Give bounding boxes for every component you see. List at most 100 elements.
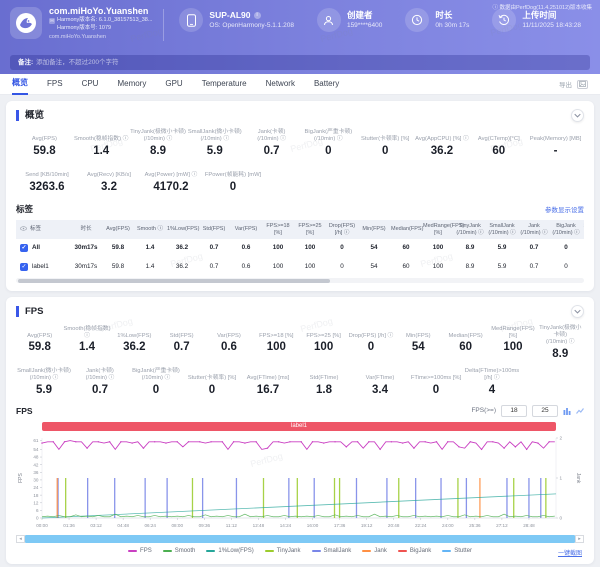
- legend-item-BigJank[interactable]: BigJank: [398, 548, 431, 554]
- tab-Memory[interactable]: Memory: [117, 74, 146, 94]
- remark-input[interactable]: 备注:添加备注，不超过200个字符: [10, 55, 590, 70]
- stat: FTime>=100ms [%]0: [408, 368, 464, 397]
- chart-scroll-thumb[interactable]: [25, 535, 575, 543]
- chart-scroll-left-button[interactable]: ◂: [16, 535, 25, 543]
- stat-value: 3.4: [352, 384, 408, 397]
- chart-screenshot-link[interactable]: 一键截图: [558, 548, 582, 557]
- stat-label: Var(FPS): [205, 325, 252, 339]
- creator-icon: [317, 8, 341, 32]
- table-cell: 0.7: [518, 239, 550, 258]
- table-row: ✓All30m17s59.81.436.20.70.61001000546010…: [16, 239, 584, 258]
- creator-info: 创建者 159****6400: [317, 8, 382, 32]
- param-display-settings-link[interactable]: 参数显示设置: [545, 204, 584, 214]
- legend-item-Stutter[interactable]: Stutter: [442, 548, 472, 554]
- stat-value: 59.8: [16, 341, 63, 354]
- legend-item-SmallJank[interactable]: SmallJank: [312, 548, 352, 554]
- stat: Stutter(卡顿率) [%]0: [184, 368, 240, 397]
- tab-GPU[interactable]: GPU: [165, 74, 182, 94]
- table-scrollbar-thumb[interactable]: [18, 279, 330, 283]
- stat: Smooth(稳帧指数) ⓘ1.4: [73, 129, 130, 158]
- table-cell: 0: [550, 239, 582, 258]
- tab-CPU[interactable]: CPU: [82, 74, 99, 94]
- fps-collapse-button[interactable]: [571, 305, 584, 318]
- fps-card: FPS Avg(FPS)59.8Smooth(稳帧指数) ⓘ1.41%Low(F…: [6, 297, 594, 563]
- stat-value: 0.7: [243, 145, 300, 158]
- stat-label: Std(FTime): [296, 368, 352, 382]
- label1-band[interactable]: label1: [42, 422, 556, 431]
- tab-FPS[interactable]: FPS: [47, 74, 63, 94]
- fps-threshold-min-input[interactable]: [501, 405, 527, 417]
- stat-value: 1.4: [63, 341, 110, 354]
- visibility-icon[interactable]: [20, 226, 30, 232]
- table-cell: 59.8: [102, 239, 134, 258]
- stat-label: SmallJank(微小卡顿) (/10min) ⓘ: [16, 368, 72, 382]
- tab-概览[interactable]: 概览: [12, 73, 28, 95]
- svg-text:03:12: 03:12: [90, 523, 102, 528]
- labels-section-title: 标签: [16, 203, 33, 215]
- legend-item-FPS[interactable]: FPS: [128, 548, 152, 554]
- table-cell: 0.7: [198, 239, 230, 258]
- svg-text:24: 24: [33, 485, 39, 490]
- bar-chart-icon[interactable]: [563, 407, 571, 415]
- table-cell: 5.9: [486, 258, 518, 277]
- stat: TinyJank(极微小卡顿) (/10min) ⓘ8.9: [537, 325, 584, 360]
- legend-item-TinyJank[interactable]: TinyJank: [265, 548, 301, 554]
- stat-label: Avg(Power) [mW] ⓘ: [140, 165, 202, 179]
- stat: Stutter(卡顿率) [%]0: [357, 129, 414, 158]
- collect-note: ⓘ 数据由PerfDog(11.4.251012)版本收集: [492, 3, 592, 11]
- stat-label: SmallJank(微小卡顿) (/10min) ⓘ: [186, 129, 243, 143]
- stat: Var(FPS)0.6: [205, 325, 252, 360]
- overview-collapse-button[interactable]: [571, 109, 584, 122]
- legend-label: 1%Low(FPS): [218, 548, 253, 554]
- export-button[interactable]: 导出: [559, 79, 572, 89]
- fps-threshold-max-input[interactable]: [532, 405, 558, 417]
- legend-marker: [398, 550, 407, 553]
- table-header-row: 标签时长Avg(FPS)Smooth ⓘ1%Low(FPS)Std(FPS)Va…: [16, 220, 584, 239]
- stat-value: 0: [357, 145, 414, 158]
- svg-text:20:48: 20:48: [388, 523, 400, 528]
- legend-label: Stutter: [454, 548, 472, 554]
- stat: Min(FPS)54: [395, 325, 442, 360]
- screenshot-icon[interactable]: [577, 80, 588, 89]
- stat-value: 3263.6: [16, 181, 78, 194]
- legend-item-1%Low(FPS)[interactable]: 1%Low(FPS): [206, 548, 253, 554]
- svg-text:Jank: Jank: [575, 472, 581, 483]
- legend-item-Jank[interactable]: Jank: [362, 548, 387, 554]
- stat: Avg(Power) [mW] ⓘ4170.2: [140, 165, 202, 194]
- fps-chart[interactable]: 0612182430364248546101200:0001:3603:1204…: [16, 432, 584, 534]
- duration-value: 0h 30m 17s: [435, 21, 469, 30]
- stat: TinyJank(极微小卡顿) (/10min) ⓘ8.9: [130, 129, 187, 158]
- line-chart-icon[interactable]: [576, 407, 584, 415]
- stat-value: 36.2: [111, 341, 158, 354]
- tab-Network[interactable]: Network: [266, 74, 295, 94]
- stat: Jank(卡顿) (/10min) ⓘ0.7: [72, 368, 128, 397]
- stat: SmallJank(微小卡顿) (/10min) ⓘ5.9: [16, 368, 72, 397]
- device-info-icon[interactable]: i: [254, 12, 261, 19]
- column-header-label: 标签: [30, 226, 41, 232]
- checkbox-checked[interactable]: ✓: [20, 244, 28, 252]
- tab-Battery[interactable]: Battery: [314, 74, 339, 94]
- svg-text:0: 0: [560, 515, 563, 520]
- table-cell: 0: [326, 239, 358, 258]
- tab-Temperature[interactable]: Temperature: [202, 74, 247, 94]
- stat-value: 5.9: [186, 145, 243, 158]
- checkbox-checked[interactable]: ✓: [20, 263, 28, 271]
- stat: Send [KB/10min]3263.6: [16, 165, 78, 194]
- column-header: BigJank (/10min) ⓘ: [550, 220, 582, 239]
- table-cell: 1.4: [134, 239, 166, 258]
- stat-label: Avg(FPS): [16, 325, 63, 339]
- chart-scroll-right-button[interactable]: ▸: [575, 535, 584, 543]
- upload-value: 11/11/2025 18:43:28: [522, 21, 581, 30]
- legend-item-Smooth[interactable]: Smooth: [163, 548, 196, 554]
- stat-value: 100: [253, 341, 300, 354]
- svg-text:09:36: 09:36: [199, 523, 211, 528]
- table-scrollbar-track[interactable]: [16, 278, 584, 283]
- app-version-name: Harmony版本名: 6.1.0_38157513_38...: [57, 17, 152, 25]
- column-header: MedRange(FPS)[%]: [422, 220, 454, 239]
- stat-value: 4: [464, 384, 520, 397]
- clock-icon: [405, 8, 429, 32]
- table-cell: 0.7: [198, 258, 230, 277]
- table-cell: 100: [422, 258, 454, 277]
- table-cell: 60: [390, 258, 422, 277]
- table-cell: 100: [294, 239, 326, 258]
